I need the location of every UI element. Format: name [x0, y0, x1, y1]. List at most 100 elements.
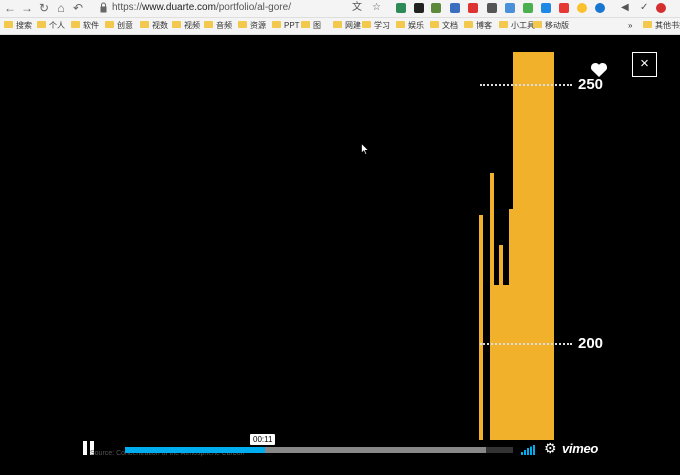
- bookmark-label: 视数: [152, 21, 168, 30]
- translate-icon[interactable]: 文: [352, 2, 362, 14]
- forward-icon[interactable]: →: [21, 2, 33, 14]
- gridline-200: [480, 343, 572, 345]
- extension-icon[interactable]: [468, 3, 478, 13]
- extension-icon[interactable]: ✓: [640, 2, 648, 14]
- other-bookmarks-label: 其他书签: [655, 21, 680, 30]
- extension-icon[interactable]: [541, 3, 551, 13]
- bookmark-folder[interactable]: PPT: [272, 20, 300, 32]
- folder-icon: [533, 21, 542, 29]
- bookmark-label: 软件: [83, 21, 99, 30]
- chart-bar: [479, 215, 483, 440]
- folder-icon: [37, 21, 46, 29]
- bookmark-folder[interactable]: 音频: [204, 20, 232, 32]
- extension-icon[interactable]: [595, 3, 605, 13]
- bookmark-label: 视频: [184, 21, 200, 30]
- bookmark-folder[interactable]: 网建: [333, 20, 361, 32]
- bookmarks-bar: 搜索 个人 软件 创意 视数 视频 音频 资源 PPT 图 网建 学习 娱乐 文档 博客 小工具 移动版 » 其他书…: [0, 18, 680, 35]
- browser-toolbar: ← → ↻ ⌂ ↶ https://www.duarte.com/portfol…: [0, 0, 680, 18]
- star-icon[interactable]: ☆: [372, 2, 381, 14]
- bookmark-label: 网建: [345, 21, 361, 30]
- folder-icon: [238, 21, 247, 29]
- bookmark-folder[interactable]: 资源: [238, 20, 266, 32]
- bookmark-label: 个人: [49, 21, 65, 30]
- lock-icon: [100, 2, 107, 13]
- folder-icon: [204, 21, 213, 29]
- vimeo-logo[interactable]: vimeo: [562, 441, 598, 456]
- bookmark-label: 移动版: [545, 21, 569, 30]
- volume-icon[interactable]: [521, 445, 537, 455]
- close-button[interactable]: ×: [632, 52, 657, 77]
- undo-icon[interactable]: ↶: [72, 2, 84, 14]
- extension-icon[interactable]: [656, 3, 666, 13]
- folder-icon: [301, 21, 310, 29]
- bookmark-folder[interactable]: 个人: [37, 20, 65, 32]
- bookmark-label: 小工具: [511, 21, 535, 30]
- mouse-cursor-icon: [361, 143, 369, 155]
- bookmark-label: 娱乐: [408, 21, 424, 30]
- gear-icon[interactable]: ⚙: [544, 441, 557, 455]
- bookmark-label: 图: [313, 21, 321, 30]
- folder-icon: [140, 21, 149, 29]
- folder-icon: [464, 21, 473, 29]
- bookmark-folder[interactable]: 娱乐: [396, 20, 424, 32]
- extension-icon[interactable]: [450, 3, 460, 13]
- folder-icon: [71, 21, 80, 29]
- folder-icon: [172, 21, 181, 29]
- url-path: /portfolio/al-gore/: [215, 2, 291, 13]
- extension-icon[interactable]: [396, 3, 406, 13]
- bookmark-folder[interactable]: 图: [301, 20, 321, 32]
- tick-label-200: 200: [578, 335, 604, 352]
- bookmark-label: 学习: [374, 21, 390, 30]
- extension-icon[interactable]: [505, 3, 515, 13]
- url-host: www.duarte.com: [142, 2, 216, 13]
- back-icon[interactable]: ←: [4, 2, 16, 14]
- bookmarks-overflow-button[interactable]: »: [628, 20, 632, 32]
- mute-icon[interactable]: ◀: [621, 2, 629, 14]
- folder-icon: [272, 21, 281, 29]
- heart-icon[interactable]: [590, 62, 608, 78]
- bookmark-folder[interactable]: 视频: [172, 20, 200, 32]
- extension-icon[interactable]: [577, 3, 587, 13]
- folder-icon: [643, 21, 652, 29]
- folder-icon: [333, 21, 342, 29]
- folder-icon: [430, 21, 439, 29]
- reload-icon[interactable]: ↻: [38, 2, 50, 14]
- bookmark-folder[interactable]: 视数: [140, 20, 168, 32]
- bookmark-folder[interactable]: 移动版: [533, 20, 569, 32]
- extension-icon[interactable]: [487, 3, 497, 13]
- folder-icon: [499, 21, 508, 29]
- folder-icon: [4, 21, 13, 29]
- folder-icon: [105, 21, 114, 29]
- gridline-250: [480, 84, 572, 86]
- extension-icon[interactable]: [523, 3, 533, 13]
- progress-played: [125, 447, 265, 453]
- url-scheme: https://: [112, 2, 143, 13]
- bookmark-folder[interactable]: 博客: [464, 20, 492, 32]
- bookmark-folder[interactable]: 软件: [71, 20, 99, 32]
- other-bookmarks[interactable]: 其他书签: [643, 20, 680, 32]
- home-icon[interactable]: ⌂: [55, 2, 67, 14]
- tick-label-250: 250: [578, 76, 604, 93]
- progress-bar[interactable]: [125, 447, 513, 453]
- extension-icon[interactable]: [414, 3, 424, 13]
- bookmark-label: 资源: [250, 21, 266, 30]
- address-bar[interactable]: https://www.duarte.com/portfolio/al-gore…: [112, 2, 291, 13]
- time-tooltip: 00:11: [250, 434, 276, 445]
- bookmark-label: 音频: [216, 21, 232, 30]
- bookmark-label: 文档: [442, 21, 458, 30]
- folder-icon: [396, 21, 405, 29]
- bookmark-folder[interactable]: 文档: [430, 20, 458, 32]
- bookmark-folder[interactable]: 学习: [362, 20, 390, 32]
- chart-bar: [513, 52, 554, 440]
- bookmark-label: 博客: [476, 21, 492, 30]
- extension-icon[interactable]: [559, 3, 569, 13]
- folder-icon: [362, 21, 371, 29]
- bookmark-label: PPT: [284, 21, 300, 30]
- video-player[interactable]: 250 200 × Source: Concentration of the A…: [0, 35, 680, 475]
- extension-icon[interactable]: [431, 3, 441, 13]
- bookmark-folder[interactable]: 搜索: [4, 20, 32, 32]
- bookmark-label: 搜索: [16, 21, 32, 30]
- bookmark-folder[interactable]: 小工具: [499, 20, 535, 32]
- bookmark-folder[interactable]: 创意: [105, 20, 133, 32]
- bookmark-label: 创意: [117, 21, 133, 30]
